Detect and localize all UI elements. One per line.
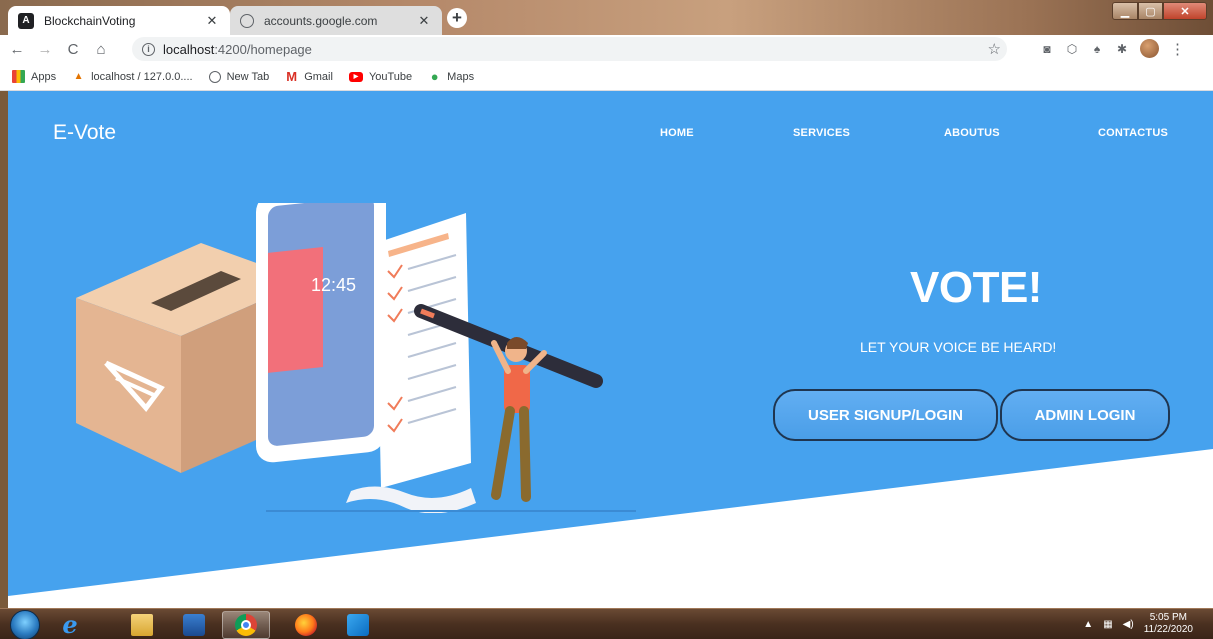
nav-aboutus[interactable]: ABOUTUS <box>944 127 1000 139</box>
minimize-button[interactable]: ▁ <box>1112 2 1138 20</box>
bookmark-maps[interactable]: ● Maps <box>428 69 475 84</box>
profile-avatar[interactable] <box>1140 39 1159 58</box>
browser-toolbar: ← → C ⌂ i localhost:4200/homepage ☆ ◙ ⬡ … <box>0 35 1213 63</box>
bookmark-star-icon[interactable]: ☆ <box>988 40 1001 58</box>
back-arrow-icon[interactable]: ← <box>6 41 28 58</box>
bookmark-label: Maps <box>447 70 475 83</box>
tab-title: accounts.google.com <box>264 13 378 28</box>
window-controls: ▁ ▢ ✕ <box>1112 2 1207 20</box>
youtube-icon: ▶ <box>348 71 363 82</box>
puzzle-extensions-icon[interactable]: ✱ <box>1115 42 1129 56</box>
bookmark-label: YouTube <box>368 70 413 83</box>
taskbar-internet-explorer[interactable]: e <box>46 611 94 639</box>
tab-google-accounts[interactable]: accounts.google.com ✕ <box>230 6 442 35</box>
cube-extension-icon[interactable]: ⬡ <box>1065 42 1079 56</box>
clock-time: 5:05 PM <box>1149 612 1187 623</box>
bookmark-youtube[interactable]: ▶ YouTube <box>348 70 413 83</box>
show-hidden-icons-icon[interactable]: ▲ <box>1083 619 1093 630</box>
nav-services[interactable]: SERVICES <box>793 127 850 139</box>
hero-headline: VOTE! <box>910 263 1042 312</box>
bookmark-new-tab[interactable]: New Tab <box>208 70 270 83</box>
taskbar-media-player[interactable] <box>170 611 218 639</box>
maps-icon: ● <box>430 69 439 84</box>
admin-login-button[interactable]: ADMIN LOGIN <box>1000 389 1170 441</box>
clock-date: 11/22/2020 <box>1143 624 1193 635</box>
browser-tab-bar: A BlockchainVoting ✕ accounts.google.com… <box>0 0 1213 35</box>
file-explorer-icon <box>131 614 153 636</box>
firefox-icon <box>295 614 317 636</box>
close-window-button[interactable]: ✕ <box>1163 2 1207 20</box>
voting-illustration: 12:45 <box>76 203 636 513</box>
vscode-icon <box>347 614 369 636</box>
maximize-button[interactable]: ▢ <box>1138 2 1163 20</box>
url-path: :4200/homepage <box>214 41 312 57</box>
media-player-icon <box>183 614 205 636</box>
bookmark-localhost[interactable]: ▲ localhost / 127.0.0.... <box>72 70 193 83</box>
bookmark-label: Gmail <box>304 70 333 83</box>
home-icon[interactable]: ⌂ <box>90 41 112 58</box>
taskbar-file-explorer[interactable] <box>118 611 166 639</box>
hero-tagline: LET YOUR VOICE BE HEARD! <box>860 339 1057 355</box>
apps-icon <box>12 70 25 83</box>
windows-taskbar: e ▲ ▦ ◀) 5:05 PM 11/22/2020 <box>0 608 1213 639</box>
nav-contactus[interactable]: CONTACTUS <box>1098 127 1168 139</box>
bookmarks-bar: Apps ▲ localhost / 127.0.0.... New Tab M… <box>0 63 1213 91</box>
site-info-icon[interactable]: i <box>142 42 155 56</box>
internet-explorer-icon: e <box>62 610 78 639</box>
phpmyadmin-icon: ▲ <box>73 71 84 82</box>
bookmark-apps[interactable]: Apps <box>12 70 56 83</box>
system-clock[interactable]: 5:05 PM 11/22/2020 <box>1144 612 1193 636</box>
address-bar[interactable]: i localhost:4200/homepage ☆ <box>132 37 1007 61</box>
gmail-icon: M <box>286 69 298 84</box>
bookmark-label: localhost / 127.0.0.... <box>91 70 193 83</box>
network-icon[interactable]: ▦ <box>1103 619 1112 630</box>
tab-title: BlockchainVoting <box>44 13 136 28</box>
close-tab-icon[interactable]: ✕ <box>416 13 432 29</box>
extension-icons: ◙ ⬡ ♠ ✱ ⋮ <box>1040 39 1185 58</box>
globe-icon <box>240 13 254 28</box>
taskbar-firefox[interactable] <box>282 611 330 639</box>
system-tray: ▲ ▦ ◀) 5:05 PM 11/22/2020 <box>1083 612 1193 636</box>
brand-logo[interactable]: E-Vote <box>53 121 116 145</box>
camera-extension-icon[interactable]: ◙ <box>1040 42 1054 56</box>
angular-icon: A <box>18 12 34 29</box>
user-signup-login-button[interactable]: USER SIGNUP/LOGIN <box>773 389 998 441</box>
start-button[interactable] <box>10 610 40 639</box>
nav-home[interactable]: HOME <box>660 127 694 139</box>
globe-icon <box>208 70 221 83</box>
bookmark-label: Apps <box>31 70 57 83</box>
url-host: localhost <box>163 41 215 57</box>
page-viewport: E-Vote HOME SERVICES ABOUTUS CONTACTUS 1… <box>8 91 1213 608</box>
close-tab-icon[interactable]: ✕ <box>204 13 220 29</box>
forward-arrow-icon[interactable]: → <box>34 41 56 58</box>
reload-icon[interactable]: C <box>62 41 84 58</box>
new-tab-button[interactable]: + <box>447 8 467 28</box>
phone-clock-text: 12:45 <box>311 275 356 295</box>
leaf-extension-icon[interactable]: ♠ <box>1090 42 1104 56</box>
bookmark-label: New Tab <box>226 70 270 83</box>
chrome-icon <box>235 614 257 636</box>
taskbar-vscode[interactable] <box>334 611 382 639</box>
tab-blockchain-voting[interactable]: A BlockchainVoting ✕ <box>8 6 230 35</box>
bookmark-gmail[interactable]: M Gmail <box>285 69 333 84</box>
menu-kebab-icon[interactable]: ⋮ <box>1170 40 1185 58</box>
taskbar-chrome[interactable] <box>222 611 270 639</box>
volume-icon[interactable]: ◀) <box>1123 619 1134 630</box>
